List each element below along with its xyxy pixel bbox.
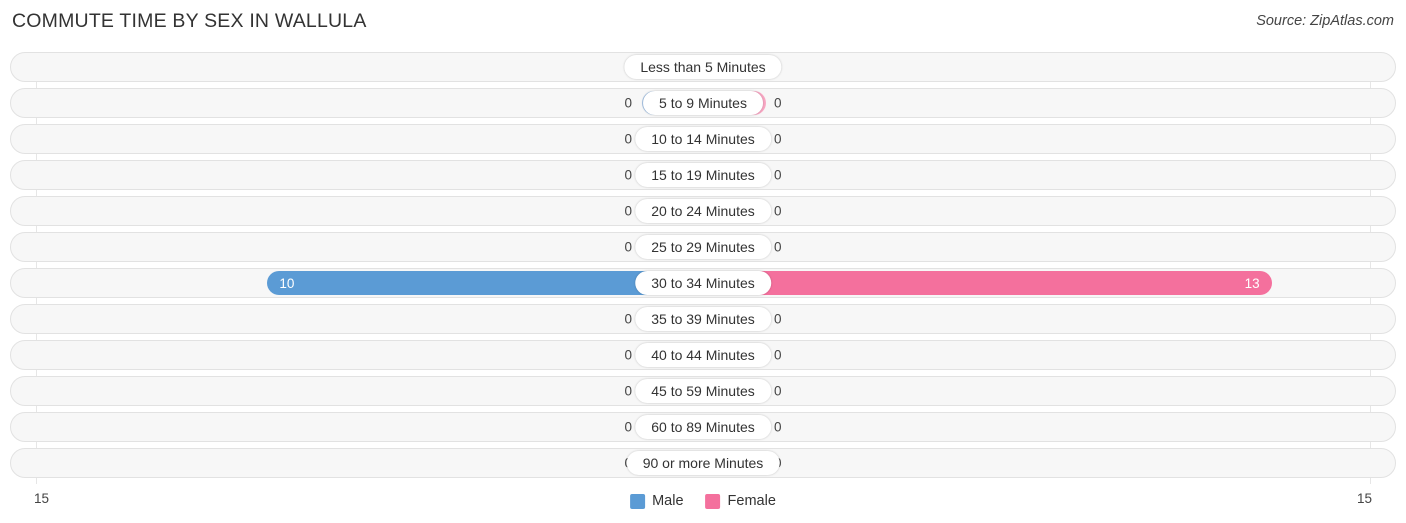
table-row[interactable]: 0 0 60 to 89 Minutes <box>10 412 1396 442</box>
bar-value-female: 0 <box>774 167 782 183</box>
row-content: 0 0 60 to 89 Minutes <box>11 413 1395 441</box>
bar-value-female: 0 <box>774 239 782 255</box>
page-title: COMMUTE TIME BY SEX IN WALLULA <box>12 10 367 32</box>
category-label: 10 to 14 Minutes <box>635 127 771 151</box>
bar-value-male: 0 <box>624 383 632 399</box>
bar-value-male: 0 <box>624 203 632 219</box>
axis-label-right: 15 <box>1356 491 1372 506</box>
legend-label-female: Female <box>727 493 776 509</box>
row-content: 0 0 15 to 19 Minutes <box>11 161 1395 189</box>
category-label: 35 to 39 Minutes <box>635 307 771 331</box>
table-row[interactable]: 0 0 35 to 39 Minutes <box>10 304 1396 334</box>
table-row[interactable]: 0 0 45 to 59 Minutes <box>10 376 1396 406</box>
category-label: 5 to 9 Minutes <box>643 91 763 115</box>
bar-value-female: 0 <box>774 419 782 435</box>
table-row[interactable]: 0 0 15 to 19 Minutes <box>10 160 1396 190</box>
table-row[interactable]: 0090 or more Minutes <box>10 448 1396 478</box>
bar-value-male: 0 <box>624 311 632 327</box>
row-content: 0 0 5 to 9 Minutes <box>11 89 1395 117</box>
row-content: 0 0 25 to 29 Minutes <box>11 233 1395 261</box>
legend-item-female[interactable]: Female <box>705 493 776 509</box>
bar-female[interactable]: 13 <box>704 271 1272 295</box>
category-label: 45 to 59 Minutes <box>635 379 771 403</box>
legend-label-male: Male <box>652 493 684 509</box>
axis-label-left: 15 <box>34 491 50 506</box>
bar-value-female: 0 <box>774 347 782 363</box>
bar-value-male: 0 <box>624 347 632 363</box>
row-content: 0090 or more Minutes <box>11 449 1395 477</box>
category-label: 40 to 44 Minutes <box>635 343 771 367</box>
bar-value-female: 0 <box>774 383 782 399</box>
row-content: 0 0 45 to 59 Minutes <box>11 377 1395 405</box>
row-content: 0 0 35 to 39 Minutes <box>11 305 1395 333</box>
bar-value-female: 0 <box>774 95 782 111</box>
table-row[interactable]: 10 13 30 to 34 Minutes <box>10 268 1396 298</box>
bar-value-female: 13 <box>1244 275 1260 291</box>
chart-legend: Male Female <box>630 493 776 509</box>
row-content: 0 0 20 to 24 Minutes <box>11 197 1395 225</box>
category-label: 30 to 34 Minutes <box>635 271 771 295</box>
bar-value-male: 0 <box>624 239 632 255</box>
row-content: 0 0 10 to 14 Minutes <box>11 125 1395 153</box>
chart-plot-area: 00Less than 5 Minutes005 to 9 Minutes001… <box>10 52 1396 484</box>
table-row[interactable]: 0 0 20 to 24 Minutes <box>10 196 1396 226</box>
category-label: 60 to 89 Minutes <box>635 415 771 439</box>
row-content: 00Less than 5 Minutes <box>11 53 1395 81</box>
bar-value-male: 10 <box>279 275 295 291</box>
bar-value-female: 0 <box>774 131 782 147</box>
row-content: 10 13 30 to 34 Minutes <box>11 269 1395 297</box>
table-row[interactable]: 00Less than 5 Minutes <box>10 52 1396 82</box>
category-label: Less than 5 Minutes <box>624 55 782 79</box>
category-label: 90 or more Minutes <box>626 451 780 475</box>
legend-swatch-female-icon <box>705 493 721 509</box>
legend-item-male[interactable]: Male <box>630 493 684 509</box>
table-row[interactable]: 0 0 5 to 9 Minutes <box>10 88 1396 118</box>
bar-value-female: 0 <box>774 203 782 219</box>
category-label: 15 to 19 Minutes <box>635 163 771 187</box>
table-row[interactable]: 0 0 40 to 44 Minutes <box>10 340 1396 370</box>
commute-time-chart: COMMUTE TIME BY SEX IN WALLULA Source: Z… <box>0 0 1406 523</box>
row-content: 0 0 40 to 44 Minutes <box>11 341 1395 369</box>
bar-value-male: 0 <box>624 95 632 111</box>
bar-value-female: 0 <box>774 311 782 327</box>
table-row[interactable]: 0 0 10 to 14 Minutes <box>10 124 1396 154</box>
bar-value-male: 0 <box>624 131 632 147</box>
legend-swatch-male-icon <box>630 493 646 509</box>
category-label: 25 to 29 Minutes <box>635 235 771 259</box>
source-attribution: Source: ZipAtlas.com <box>1256 13 1394 29</box>
category-label: 20 to 24 Minutes <box>635 199 771 223</box>
table-row[interactable]: 0 0 25 to 29 Minutes <box>10 232 1396 262</box>
bar-value-male: 0 <box>624 167 632 183</box>
bar-value-male: 0 <box>624 419 632 435</box>
